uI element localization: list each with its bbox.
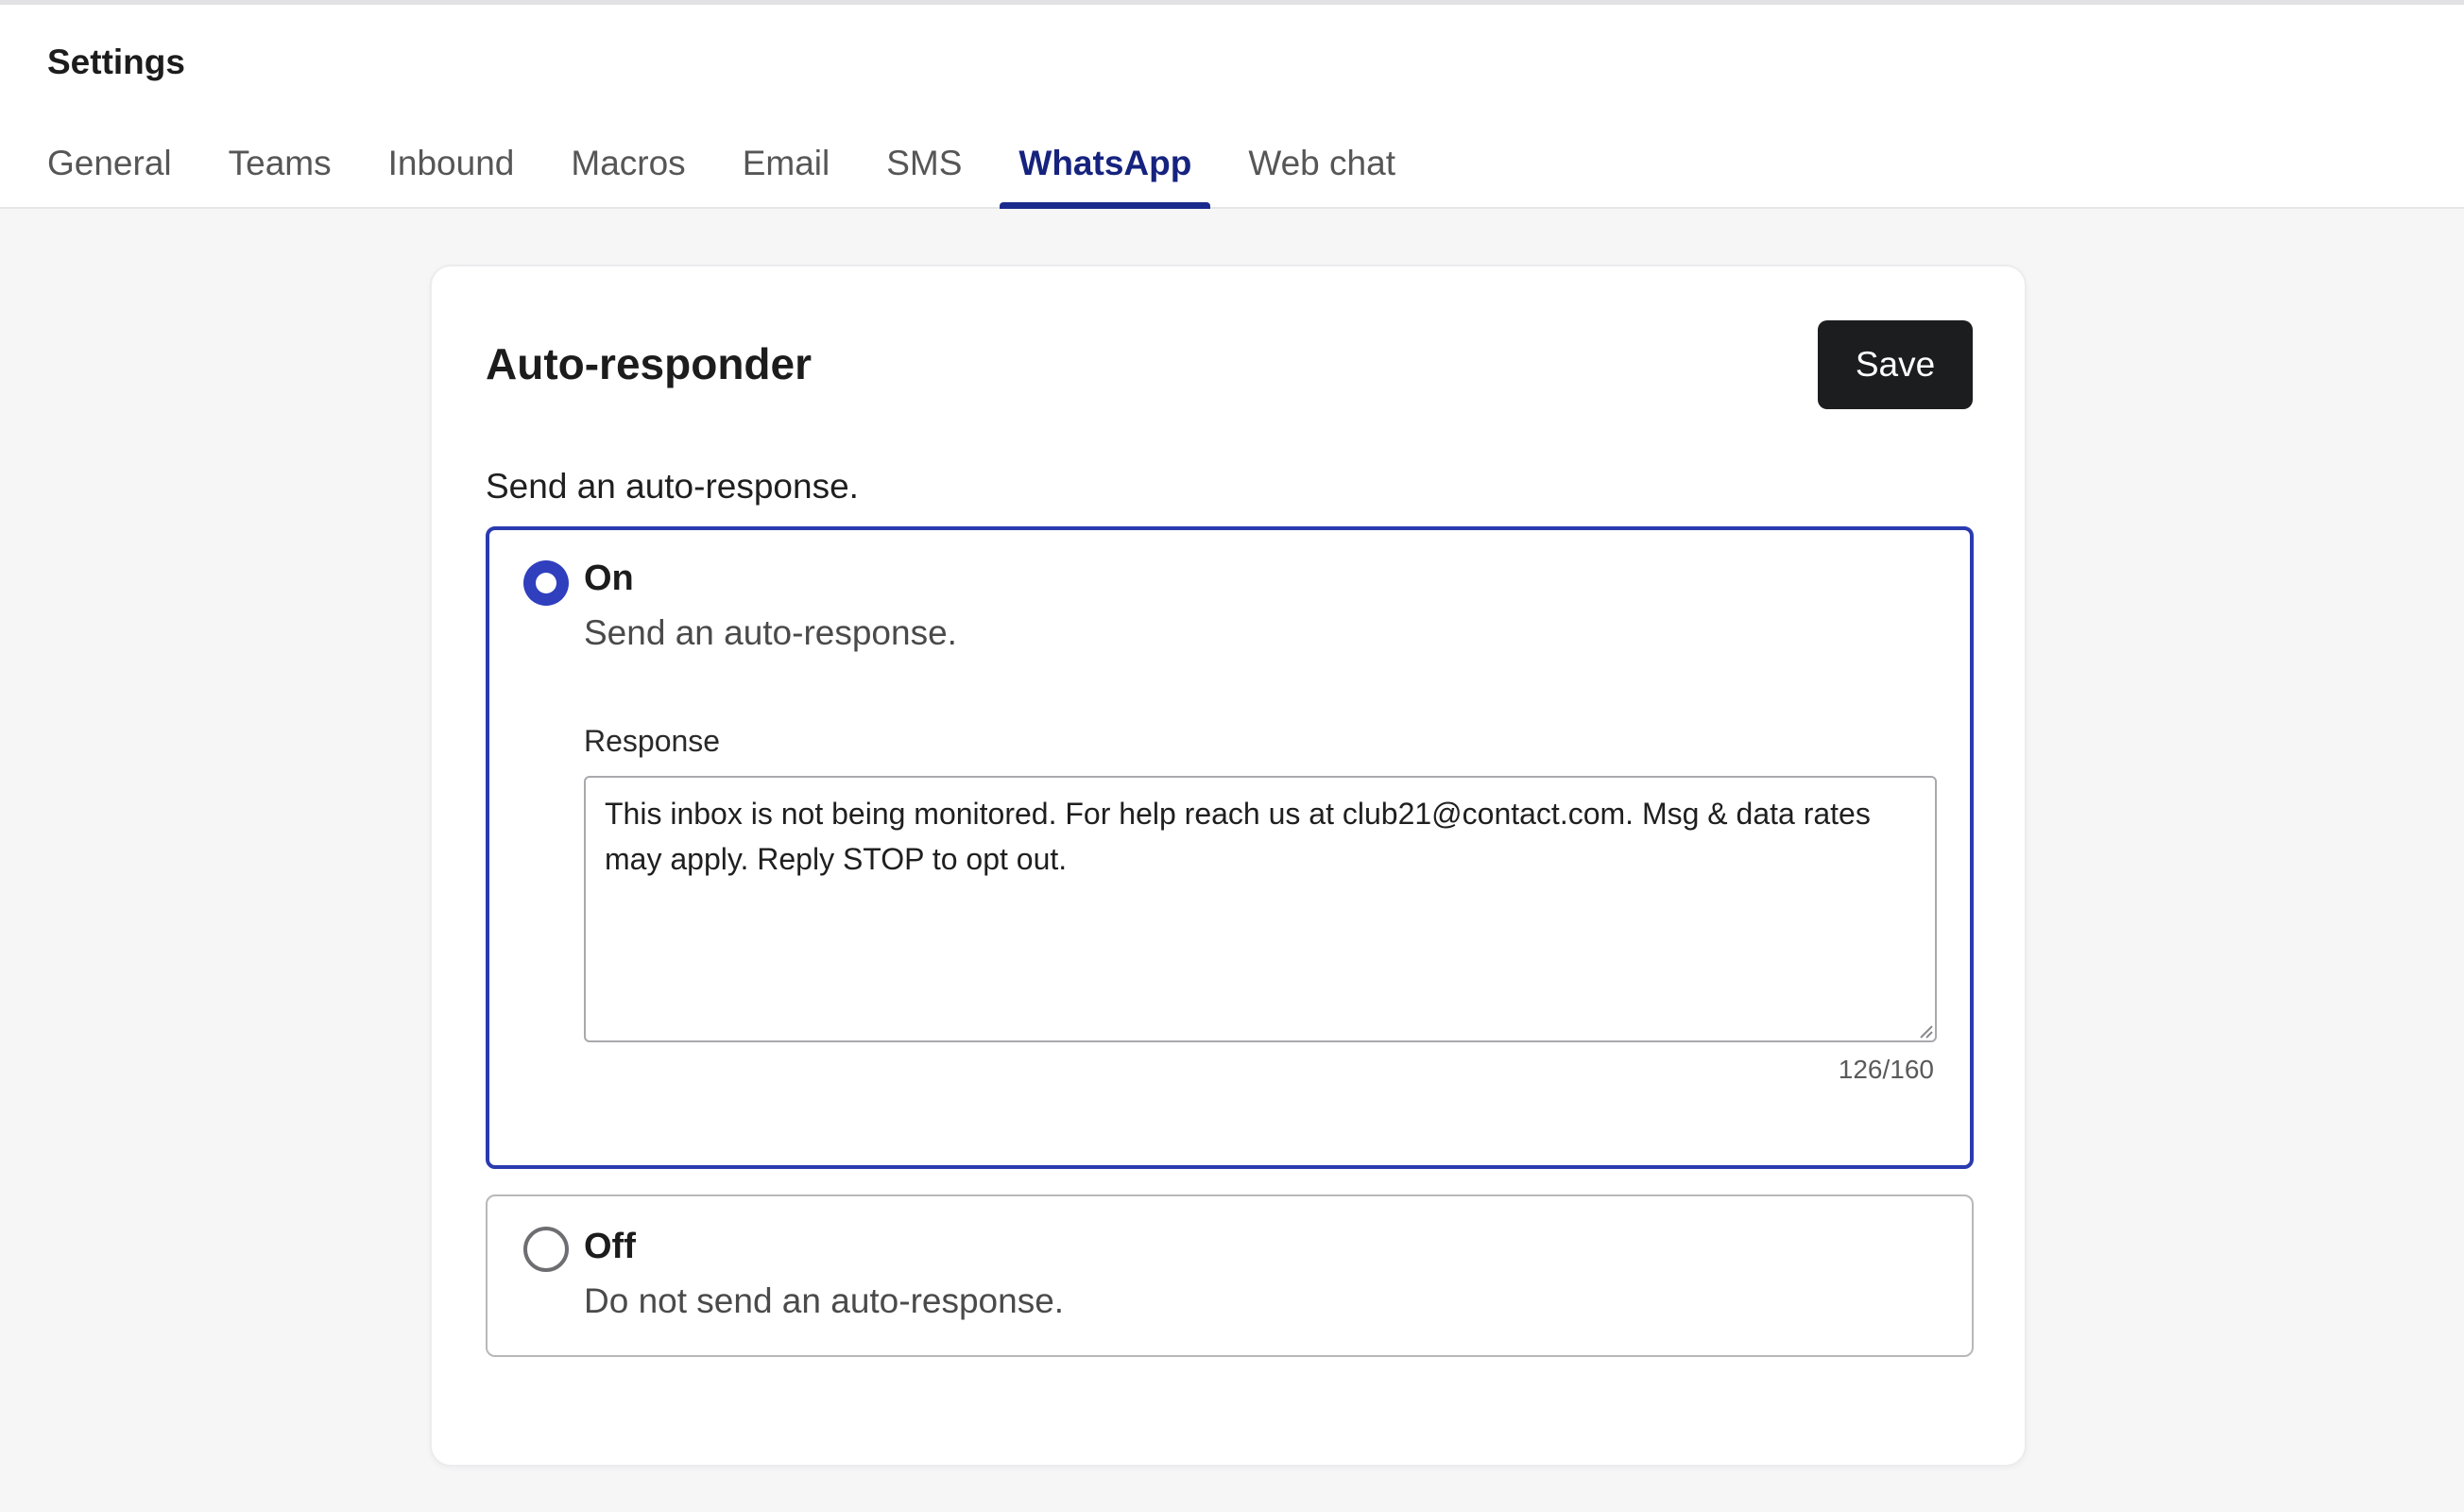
tab-teams[interactable]: Teams: [210, 135, 351, 209]
tab-sms[interactable]: SMS: [867, 135, 981, 209]
option-on-description: Send an auto-response.: [584, 613, 957, 652]
tab-web-chat[interactable]: Web chat: [1229, 135, 1414, 209]
settings-header: Settings General Teams Inbound Macros Em…: [0, 5, 2464, 209]
radio-on-selected[interactable]: [523, 560, 569, 606]
character-counter: 126/160: [1838, 1055, 1934, 1084]
page-title: Settings: [47, 43, 185, 81]
option-on-label: On: [584, 558, 634, 598]
option-on[interactable]: On Send an auto-response. Response This …: [486, 526, 1974, 1169]
tab-inbound[interactable]: Inbound: [369, 135, 534, 209]
resize-handle-icon[interactable]: [1918, 1023, 1933, 1039]
option-off-label: Off: [584, 1227, 636, 1266]
section-description: Send an auto-response.: [486, 467, 859, 506]
radio-off-unselected[interactable]: [523, 1227, 569, 1272]
tab-whatsapp[interactable]: WhatsApp: [1000, 135, 1211, 209]
option-off-description: Do not send an auto-response.: [584, 1281, 1065, 1320]
tab-email[interactable]: Email: [724, 135, 849, 209]
save-button[interactable]: Save: [1818, 320, 1973, 409]
response-label: Response: [584, 724, 721, 758]
response-textarea[interactable]: This inbox is not being monitored. For h…: [584, 776, 1937, 1042]
card-title: Auto-responder: [486, 339, 812, 388]
option-off[interactable]: Off Do not send an auto-response.: [486, 1194, 1974, 1357]
settings-tabs: General Teams Inbound Macros Email SMS W…: [28, 135, 1433, 209]
auto-responder-card: Auto-responder Save Send an auto-respons…: [430, 265, 2027, 1467]
tab-general[interactable]: General: [28, 135, 191, 209]
tab-macros[interactable]: Macros: [552, 135, 704, 209]
